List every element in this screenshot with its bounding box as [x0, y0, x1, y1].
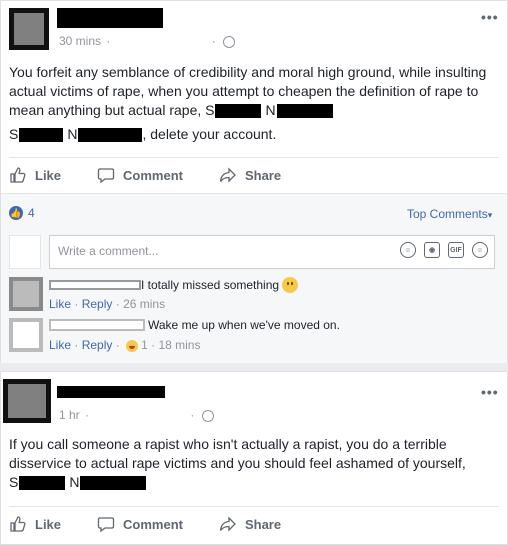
comment-time[interactable]: 18 mins [158, 338, 200, 352]
composer-icons: ☺ ◉ GIF ☺ [400, 242, 488, 258]
commenter-avatar[interactable] [9, 277, 43, 311]
redacted-name [276, 104, 333, 119]
caret-down-icon: ▾ [487, 210, 493, 220]
redacted-name [19, 128, 64, 143]
audience-dot: · [211, 34, 216, 48]
comment-like-link[interactable]: Like [49, 297, 71, 311]
comment-bubble-icon [97, 168, 115, 184]
gif-icon[interactable]: GIF [448, 242, 464, 258]
comment-2-meta: Like · Reply · 1 · 18 mins [49, 338, 201, 352]
post-actions: Like Comment Share [9, 157, 499, 192]
more-options-icon[interactable]: ••• [481, 384, 499, 400]
post-body-line2: SN, delete your account. [9, 126, 277, 143]
post-2: 1 hr · · ••• If you call someone a rapis… [0, 371, 508, 545]
share-button[interactable]: Share [219, 515, 281, 533]
post-meta: 1 hr · · [59, 408, 214, 422]
redacted-name [78, 128, 143, 143]
author-name-redacted[interactable] [57, 386, 165, 398]
post-1: 30 mins · · ••• You forfeit any semblanc… [0, 0, 508, 363]
post-actions: Like Comment Share [9, 506, 499, 541]
comment-time[interactable]: 26 mins [123, 297, 165, 311]
comments-section: 👍 4 Top Comments▾ Write a comment... ☺ ◉… [1, 193, 507, 363]
thumbs-up-icon [10, 516, 26, 532]
redacted-name [19, 476, 66, 491]
commenter-name-redacted[interactable] [49, 280, 141, 290]
comment-input[interactable]: Write a comment... ☺ ◉ GIF ☺ [49, 235, 495, 269]
emoji-icon[interactable]: ☺ [400, 242, 416, 258]
post-time[interactable]: 1 hr [59, 408, 80, 422]
redacted-name [80, 476, 147, 491]
reaction-count[interactable]: 1 [141, 338, 148, 352]
post-body: If you call someone a rapist who isn't a… [9, 436, 466, 491]
globe-icon [201, 409, 214, 422]
share-arrow-icon [219, 167, 236, 183]
commenter-name-redacted[interactable] [49, 319, 145, 331]
post-meta: 30 mins · · [59, 34, 236, 48]
share-arrow-icon [219, 516, 236, 532]
confused-emoji-icon [282, 277, 299, 293]
comment-reply-link[interactable]: Reply [82, 338, 113, 352]
haha-reaction-icon [126, 339, 139, 352]
redacted-name [215, 104, 262, 119]
comment-like-link[interactable]: Like [49, 338, 71, 352]
camera-icon[interactable]: ◉ [424, 242, 440, 258]
like-reaction-icon: 👍 [9, 206, 23, 220]
comment-reply-link[interactable]: Reply [82, 297, 113, 311]
thumbs-up-icon [10, 167, 26, 183]
post-body: You forfeit any semblance of credibility… [9, 64, 487, 119]
reaction-count[interactable]: 👍 4 [9, 206, 35, 220]
author-name-redacted[interactable] [57, 8, 163, 28]
post-time[interactable]: 30 mins [59, 34, 101, 48]
globe-icon [223, 35, 236, 48]
sticker-icon[interactable]: ☺ [472, 242, 488, 258]
comment-button[interactable]: Comment [97, 515, 183, 533]
like-button[interactable]: Like [9, 515, 61, 533]
comment-bubble-icon [97, 517, 115, 533]
comment-1-meta: Like · Reply · 26 mins [49, 297, 166, 311]
comment-button[interactable]: Comment [97, 166, 183, 184]
commenter-avatar[interactable] [9, 318, 43, 352]
like-button[interactable]: Like [9, 166, 61, 184]
share-button[interactable]: Share [219, 166, 281, 184]
more-options-icon[interactable]: ••• [481, 9, 499, 25]
current-user-avatar [9, 235, 41, 269]
comment-1: I totally missed something [49, 277, 299, 293]
comment-2: Wake me up when we've moved on. [49, 318, 340, 332]
top-comments-dropdown[interactable]: Top Comments▾ [407, 207, 492, 221]
author-avatar[interactable] [9, 8, 49, 50]
author-avatar[interactable] [3, 379, 51, 423]
audience-dot: · [190, 408, 195, 422]
